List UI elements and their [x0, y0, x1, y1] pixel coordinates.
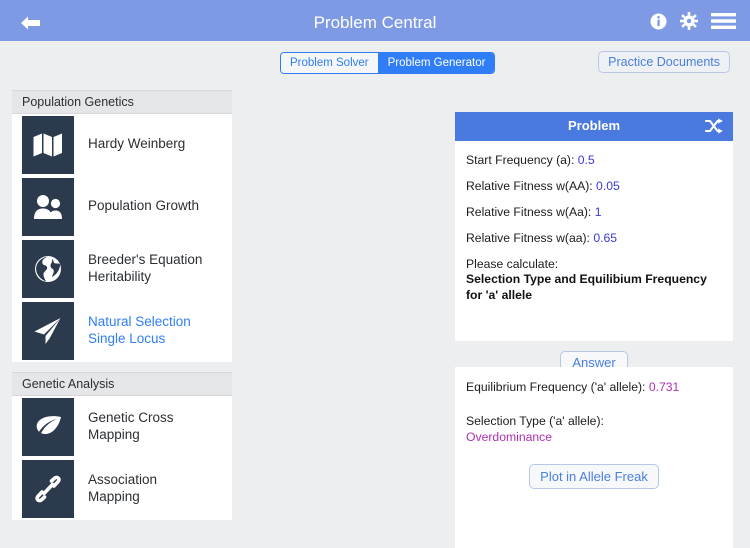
sidebar-item-breeders-equation-heritability[interactable]: Breeder's Equation Heritability: [12, 238, 232, 300]
problem-panel: Problem Start Frequency (a): 0.5 Relativ…: [455, 112, 733, 374]
problem-calculate-text: Selection Type and Equilibium Frequency …: [466, 272, 707, 302]
info-icon[interactable]: [650, 13, 667, 35]
problem-row-fitness-het: Relative Fitness w(Aa): 1: [466, 205, 722, 219]
status-carrier: Carrier: [8, 0, 39, 2]
problem-row-label: Relative Fitness w(aa):: [466, 231, 590, 245]
leaf-icon: [22, 397, 74, 456]
tab-problem-generator[interactable]: Problem Generator: [377, 53, 495, 73]
plot-button-wrap: Plot in Allele Freak: [466, 464, 722, 489]
hamburger-menu-icon[interactable]: [711, 12, 736, 35]
status-battery: 100%: [714, 0, 740, 2]
navigation-bar: Problem Central: [0, 5, 750, 41]
answer-selection-type-row: Selection Type ('a' allele): Overdominan…: [466, 414, 722, 444]
sidebar: Population Genetics Hardy Weinberg Popul…: [12, 90, 232, 520]
plot-in-allele-freak-button[interactable]: Plot in Allele Freak: [529, 464, 659, 489]
problem-row-fitness-recessive: Relative Fitness w(aa): 0.65: [466, 231, 722, 245]
sidebar-item-hardy-weinberg[interactable]: Hardy Weinberg: [12, 114, 232, 176]
toolbar: Problem Solver Problem Generator Practic…: [0, 41, 750, 86]
problem-panel-title: Problem: [567, 118, 620, 133]
sidebar-item-label: Population Growth: [88, 198, 200, 214]
answer-selection-type-value: Overdominance: [466, 430, 553, 444]
problem-row-value: 0.05: [596, 179, 620, 193]
sidebar-item-genetic-cross-mapping[interactable]: Genetic Cross Mapping: [12, 396, 232, 458]
app-root: Carrier 9:41 AM 100% Problem Central: [0, 0, 750, 548]
sidebar-section-header-population-genetics: Population Genetics: [12, 90, 232, 114]
sidebar-item-natural-selection-single-locus[interactable]: Natural Selection Single Locus: [12, 300, 232, 362]
problem-row-start-frequency: Start Frequency (a): 0.5: [466, 153, 722, 167]
sidebar-item-label: Hardy Weinberg: [88, 136, 186, 152]
sidebar-section-header-genetic-analysis: Genetic Analysis: [12, 372, 232, 396]
status-clock: 9:41 AM: [356, 0, 393, 2]
problem-row-label: Relative Fitness w(Aa):: [466, 205, 592, 219]
link-icon: [22, 459, 74, 518]
globe-icon: [22, 239, 74, 298]
sidebar-list-genetic-analysis: Genetic Cross Mapping Association Mappin…: [12, 396, 232, 520]
people-icon: [22, 177, 74, 236]
map-icon: [22, 115, 74, 174]
gear-icon[interactable]: [680, 12, 698, 35]
problem-row-label: Relative Fitness w(AA):: [466, 179, 593, 193]
answer-equilibrium-label: Equilibrium Frequency ('a' allele):: [466, 380, 646, 394]
problem-panel-body: Start Frequency (a): 0.5 Relative Fitnes…: [455, 141, 733, 341]
answer-selection-type-label: Selection Type ('a' allele):: [466, 414, 604, 428]
problem-row-value: 1: [594, 205, 602, 219]
problem-row-value: 0.5: [577, 153, 595, 167]
page-title: Problem Central: [313, 13, 437, 32]
sidebar-item-label: Association Mapping: [88, 471, 158, 504]
sidebar-list-population-genetics: Hardy Weinberg Population Growth Breeder…: [12, 114, 232, 362]
answer-equilibrium-row: Equilibrium Frequency ('a' allele): 0.73…: [466, 380, 722, 394]
answer-equilibrium-value: 0.731: [648, 380, 680, 394]
sidebar-item-label: Genetic Cross Mapping: [88, 409, 174, 442]
navbar-actions: [650, 12, 736, 35]
paper-plane-icon: [22, 301, 74, 360]
practice-documents-button[interactable]: Practice Documents: [598, 51, 730, 73]
sidebar-item-label: Natural Selection Single Locus: [88, 313, 191, 346]
answer-panel: Equilibrium Frequency ('a' allele): 0.73…: [455, 367, 733, 548]
sidebar-item-label: Breeder's Equation Heritability: [88, 251, 203, 284]
shuffle-icon[interactable]: [704, 118, 723, 139]
problem-panel-header: Problem: [455, 112, 733, 141]
problem-row-label: Start Frequency (a):: [466, 153, 575, 167]
problem-row-fitness-aa-dom: Relative Fitness w(AA): 0.05: [466, 179, 722, 193]
tab-problem-solver[interactable]: Problem Solver: [281, 53, 378, 73]
sidebar-item-association-mapping[interactable]: Association Mapping: [12, 458, 232, 520]
mode-segmented-control: Problem Solver Problem Generator: [280, 52, 496, 74]
problem-calculate-label: Please calculate:: [466, 257, 559, 271]
problem-row-value: 0.65: [593, 231, 618, 245]
sidebar-item-population-growth[interactable]: Population Growth: [12, 176, 232, 238]
